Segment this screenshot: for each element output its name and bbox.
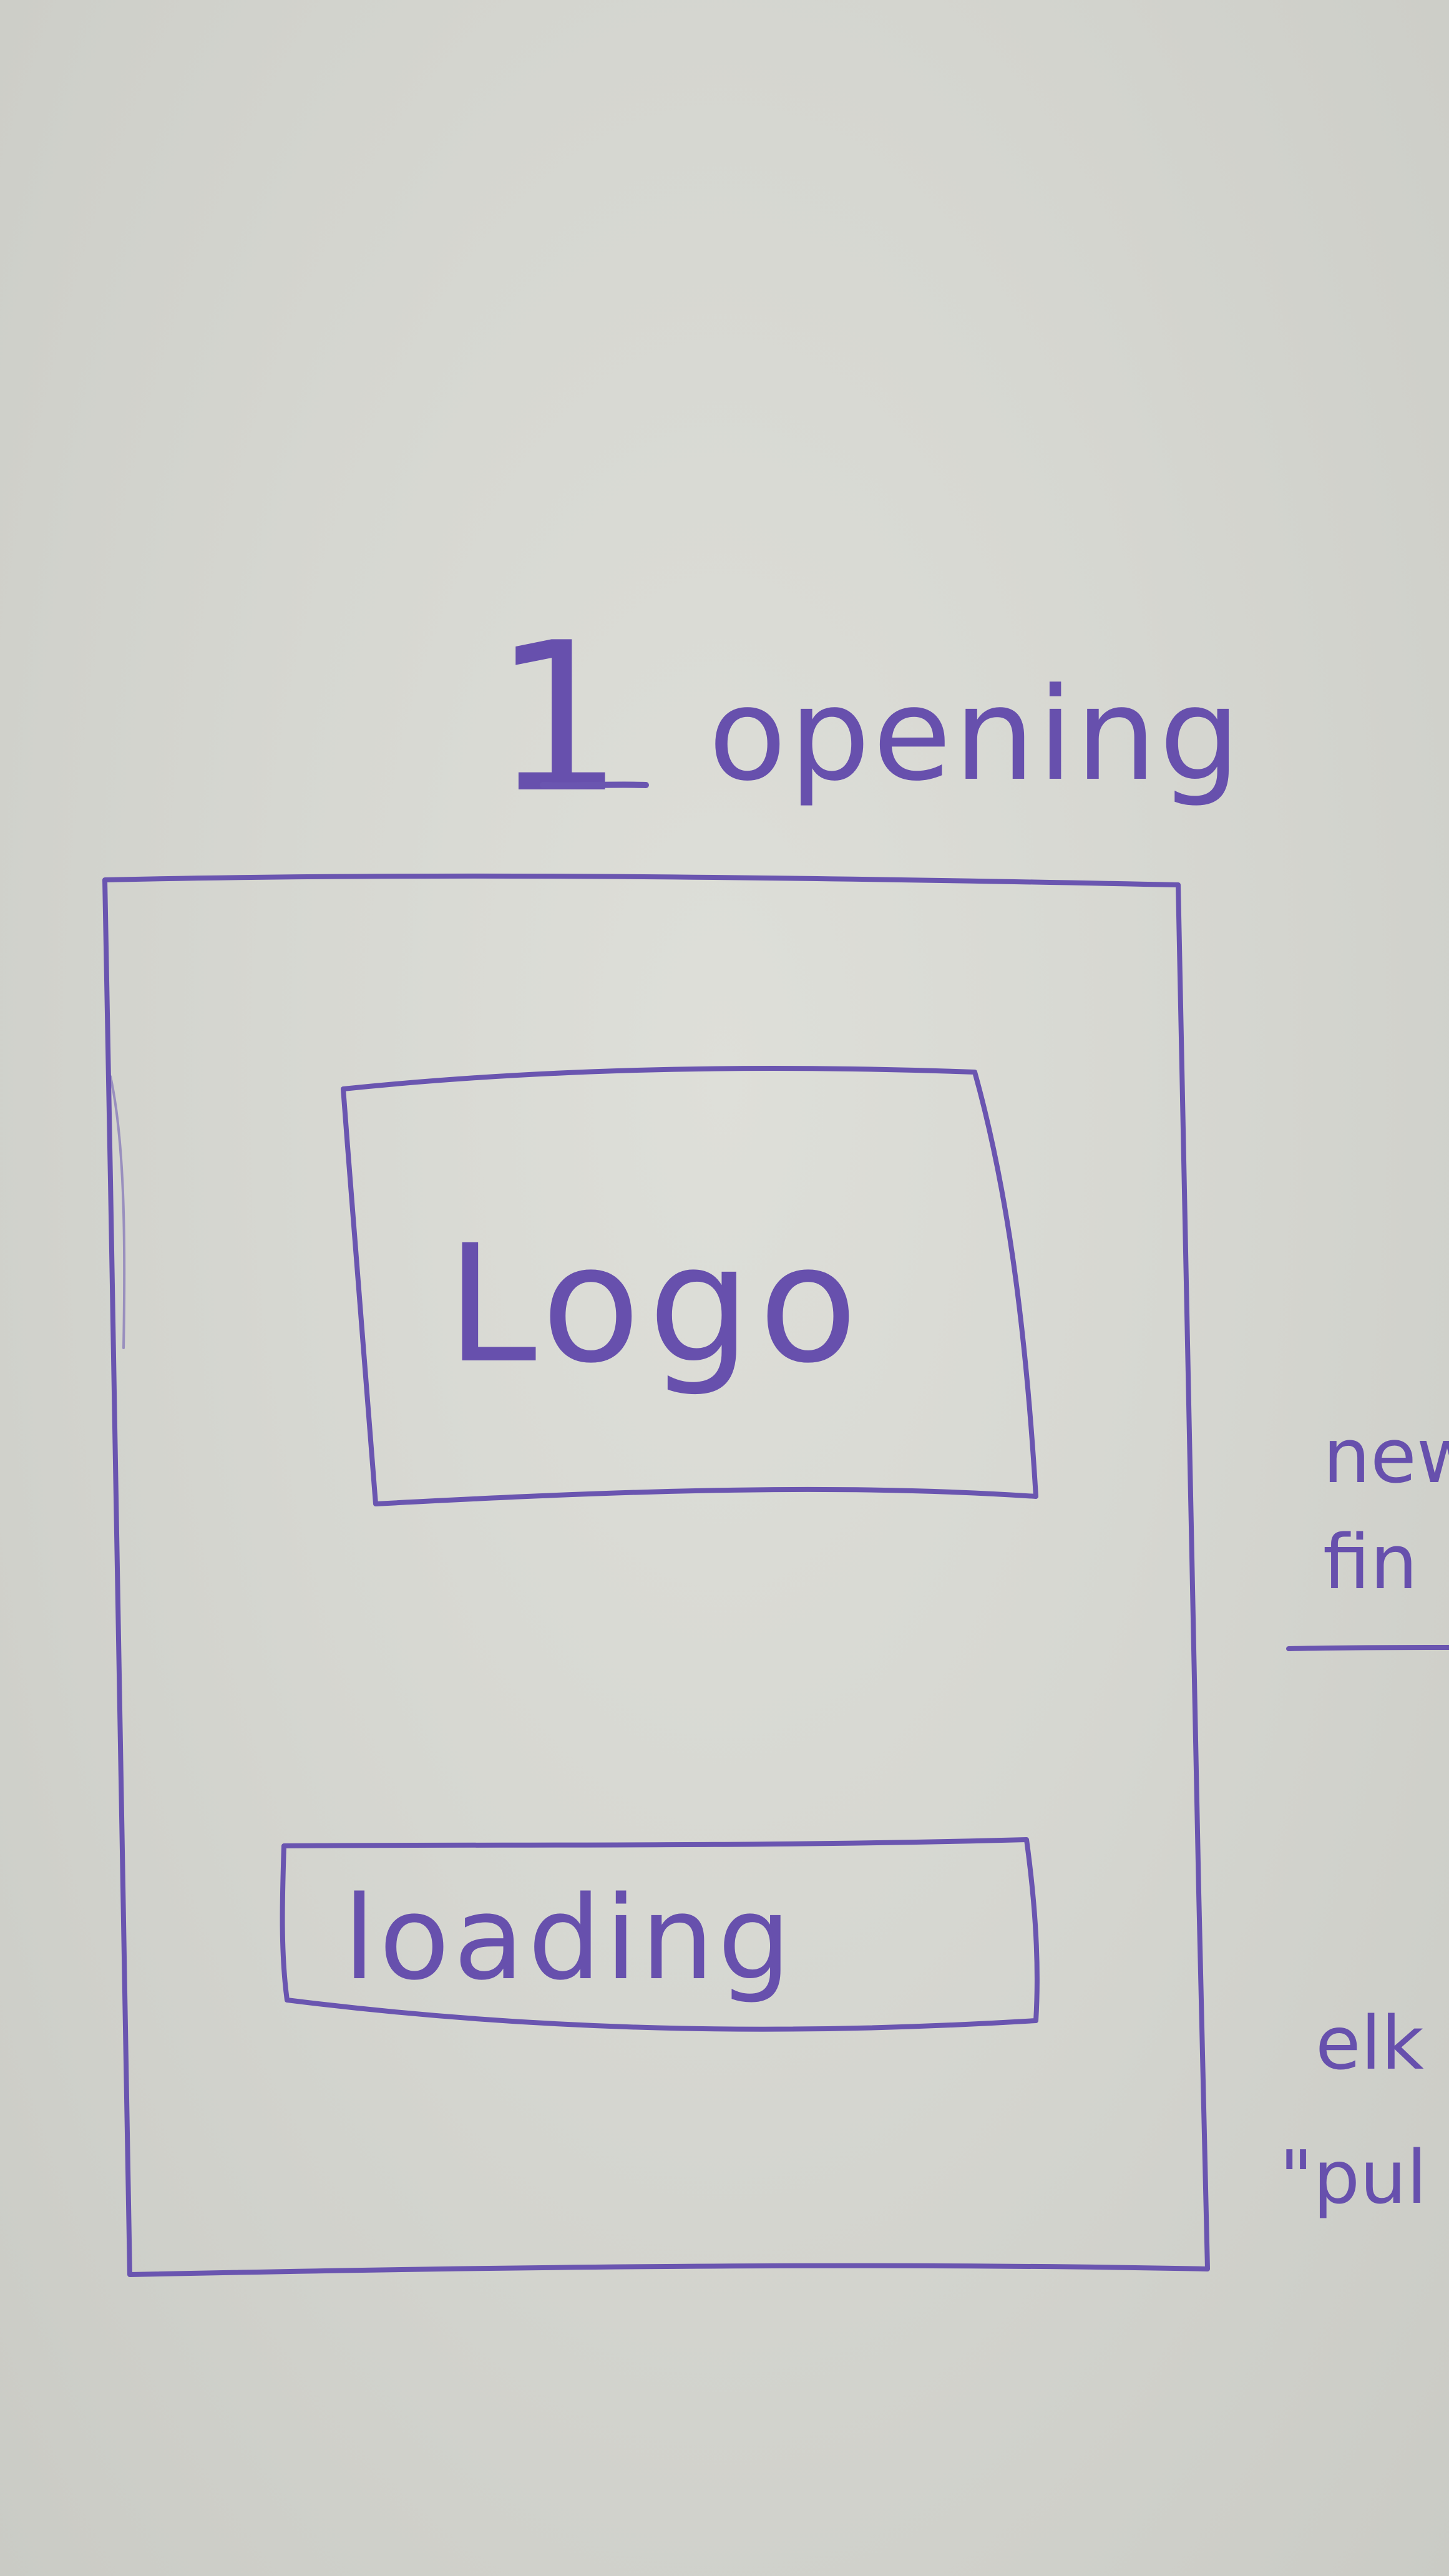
paper-background xyxy=(0,0,1449,2576)
